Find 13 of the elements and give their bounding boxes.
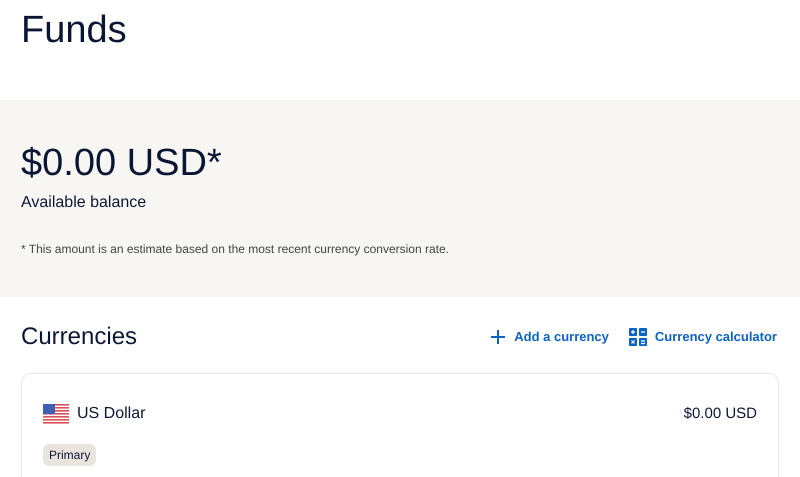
action-link[interactable]: Add a currency <box>490 327 609 347</box>
calculator-icon <box>628 328 647 346</box>
currency-amount: $0.00 USD <box>684 404 757 424</box>
balance-label: Available balance <box>21 193 148 213</box>
section-title: Currencies <box>21 322 138 352</box>
primary-badge: Primary <box>43 444 96 466</box>
currency-name: US Dollar <box>77 404 146 424</box>
balance-note: * This amount is an estimate based on the most recent currency conversion rate. <box>21 241 450 258</box>
balance-amount: $0.00 USD* <box>21 141 223 186</box>
flag-icon <box>43 404 69 424</box>
action-link[interactable]: Currency calculator <box>628 327 777 347</box>
plus-icon <box>490 329 506 345</box>
page-title: Funds <box>21 8 128 52</box>
